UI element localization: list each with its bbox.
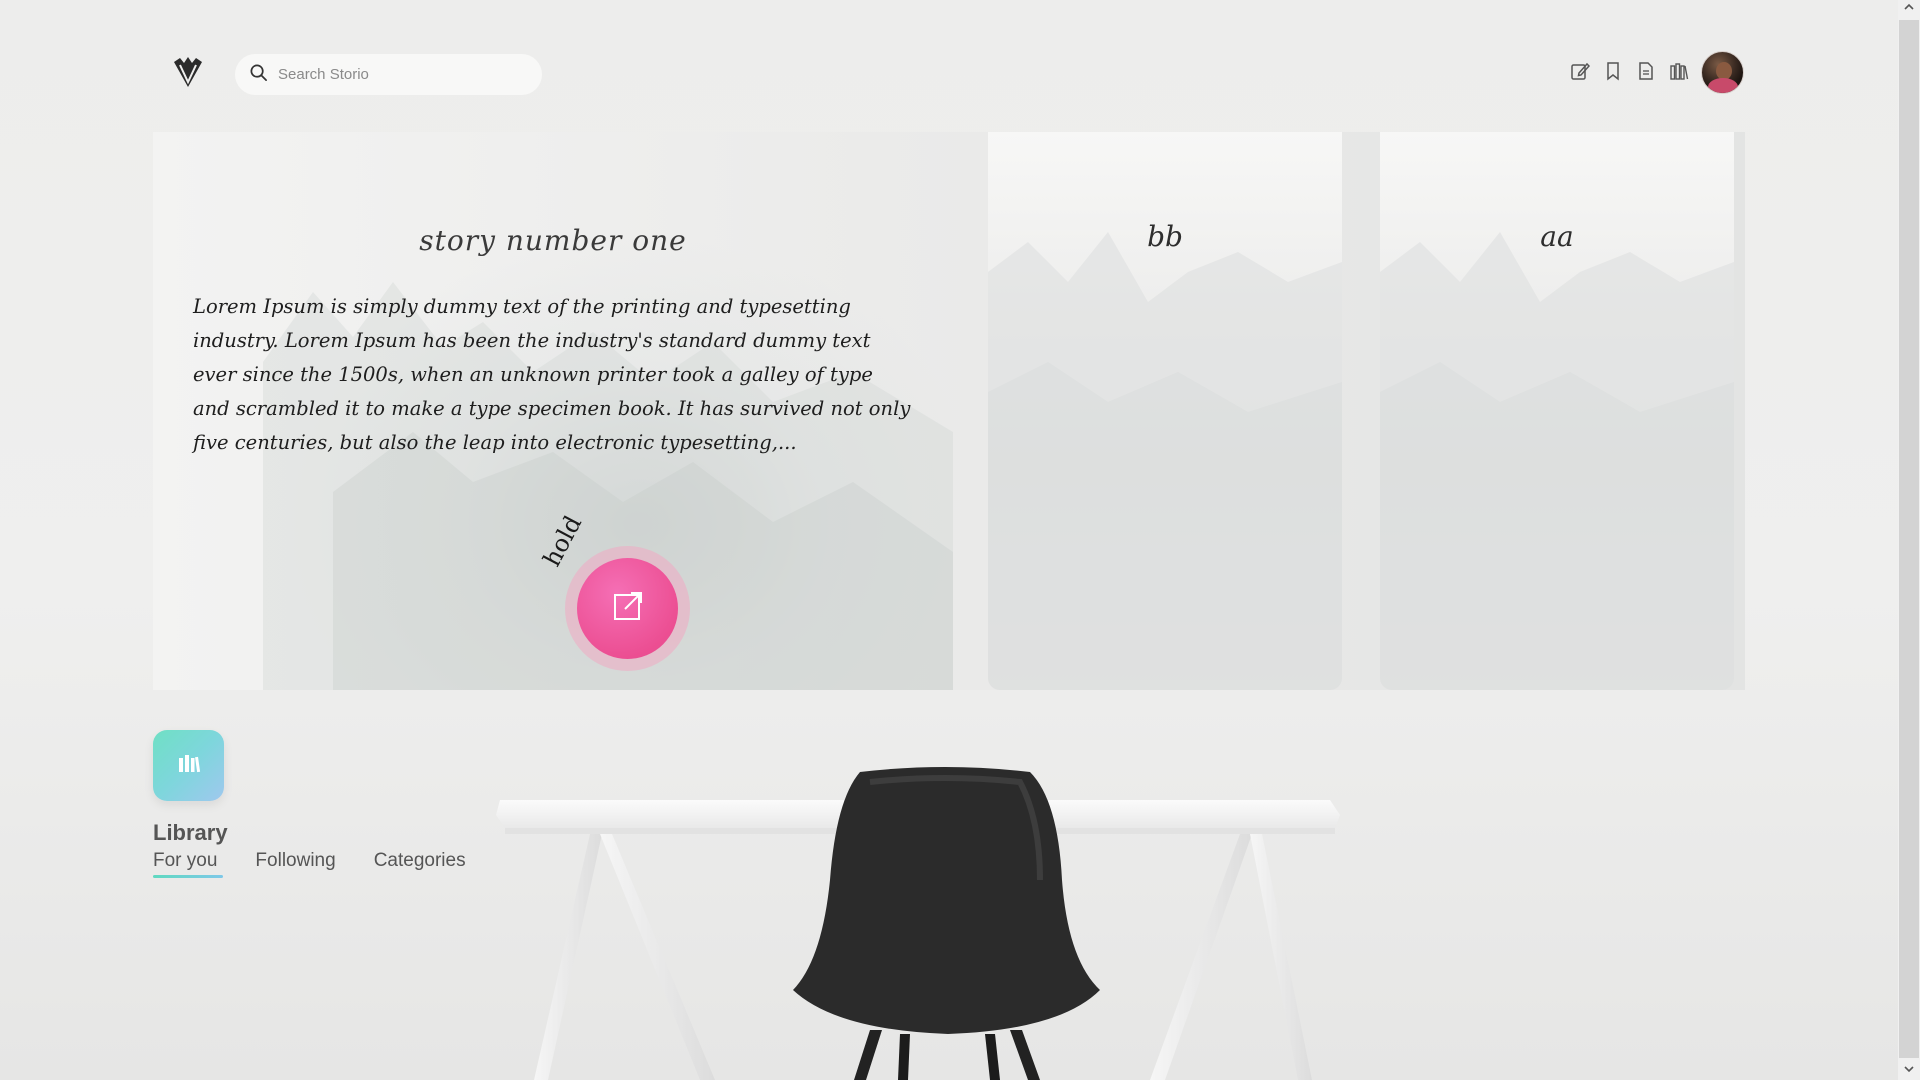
story-title[interactable]: story number one bbox=[153, 224, 953, 257]
hold-to-open: hold bbox=[536, 511, 690, 671]
bookmark-icon[interactable] bbox=[1602, 60, 1624, 82]
scroll-up-button[interactable] bbox=[1898, 0, 1920, 18]
tab-following[interactable]: Following bbox=[255, 850, 335, 876]
library-tabs: For you Following Categories bbox=[153, 850, 466, 878]
header-actions bbox=[1569, 60, 1690, 82]
tab-for-you[interactable]: For you bbox=[153, 850, 224, 878]
mountain-backdrop bbox=[988, 232, 1342, 690]
scrollbar-thumb[interactable] bbox=[1899, 20, 1919, 1058]
edit-icon[interactable] bbox=[1569, 60, 1591, 82]
scroll-down-button[interactable] bbox=[1898, 1062, 1920, 1080]
story-card-title: aa bbox=[1540, 220, 1574, 253]
mountain-backdrop bbox=[1380, 232, 1734, 690]
storio-logo[interactable] bbox=[170, 54, 206, 90]
library-icon bbox=[176, 750, 202, 781]
story-card-title: bb bbox=[1147, 220, 1183, 253]
library-icon[interactable] bbox=[1668, 60, 1690, 82]
chevron-up-icon bbox=[1903, 0, 1915, 18]
search-input[interactable] bbox=[278, 66, 518, 83]
chevron-down-icon bbox=[1903, 1062, 1915, 1080]
search-bar[interactable] bbox=[235, 54, 542, 95]
document-icon[interactable] bbox=[1635, 60, 1657, 82]
library-badge[interactable] bbox=[153, 730, 224, 801]
user-avatar[interactable] bbox=[1701, 51, 1744, 94]
open-story-button[interactable] bbox=[577, 558, 678, 659]
external-link-icon bbox=[611, 589, 645, 628]
hold-label: hold bbox=[537, 511, 588, 571]
library-heading: Library bbox=[153, 820, 228, 845]
story-excerpt: Lorem Ipsum is simply dummy text of the … bbox=[193, 295, 911, 454]
story-card[interactable]: bb bbox=[988, 132, 1342, 690]
tab-categories[interactable]: Categories bbox=[374, 850, 466, 876]
story-card[interactable]: aa bbox=[1380, 132, 1734, 690]
search-icon bbox=[249, 63, 268, 87]
